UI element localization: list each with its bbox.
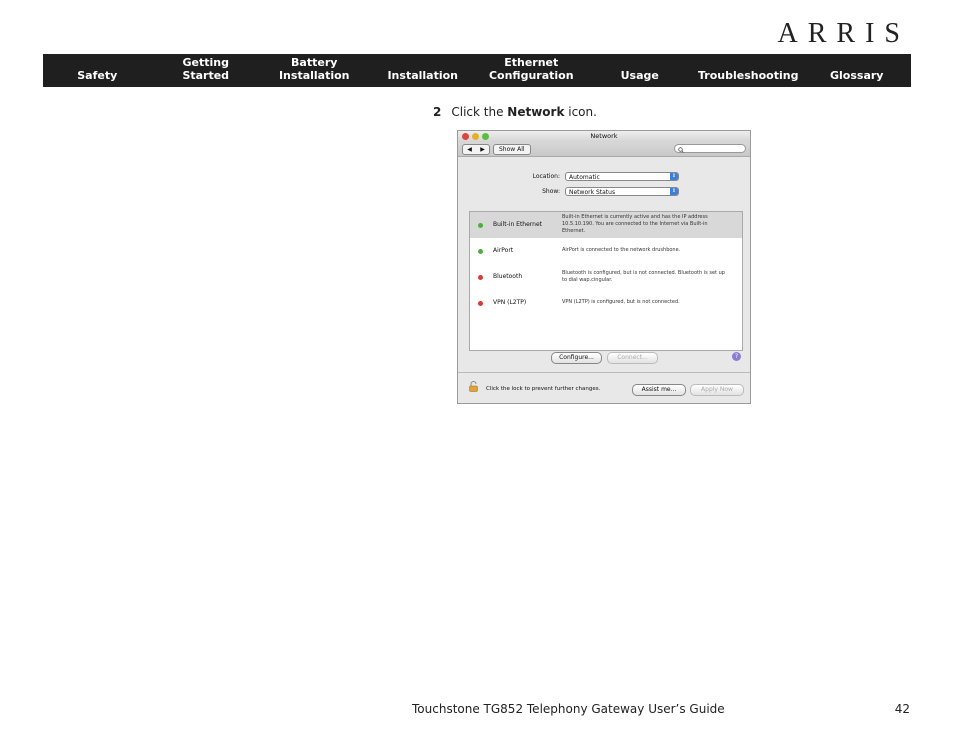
popup-arrows-icon: ⇕ [670, 173, 678, 180]
nav-glossary[interactable]: Glossary [803, 69, 912, 87]
step-bold-term: Network [507, 105, 565, 119]
service-row-airport[interactable]: AirPort AirPort is connected to the netw… [470, 238, 742, 264]
show-all-button[interactable]: Show All [493, 144, 531, 155]
nav-usage[interactable]: Usage [586, 69, 695, 87]
arris-logo: ARRIS [777, 18, 910, 49]
step-number: 2 [433, 105, 442, 119]
nav-installation[interactable]: Installation [369, 69, 478, 87]
status-red-dot-icon [478, 301, 483, 306]
apply-now-button[interactable]: Apply Now [690, 384, 744, 396]
step-instruction: 2 Click the Network icon. [433, 105, 597, 119]
zoom-window-icon[interactable] [482, 133, 489, 140]
forward-arrow-icon[interactable]: ▶ [476, 145, 489, 154]
search-field[interactable] [674, 144, 746, 153]
service-row-bluetooth[interactable]: Bluetooth Bluetooth is configured, but i… [470, 264, 742, 290]
service-row-vpn-l2tp[interactable]: VPN (L2TP) VPN (L2TP) is configured, but… [470, 290, 742, 316]
service-name: Built-in Ethernet [493, 221, 542, 228]
back-forward-buttons: ◀ ▶ [462, 144, 490, 155]
connect-button[interactable]: Connect... [607, 352, 658, 364]
location-label: Location: [532, 173, 560, 180]
network-service-list: Built-in Ethernet Built-in Ethernet is c… [469, 211, 743, 351]
nav-ethernet-configuration[interactable]: Ethernet Configuration [477, 56, 586, 87]
status-red-dot-icon [478, 275, 483, 280]
popup-arrows-icon: ⇕ [670, 188, 678, 195]
service-name: VPN (L2TP) [493, 299, 527, 306]
step-text-after: icon. [564, 105, 597, 119]
help-icon[interactable]: ? [732, 352, 741, 361]
service-description: VPN (L2TP) is configured, but is not con… [562, 299, 680, 305]
service-name: Bluetooth [493, 273, 523, 280]
service-name: AirPort [493, 247, 514, 254]
window-toolbar: ◀ ▶ Show All [458, 142, 750, 157]
show-value: Network Status [569, 189, 616, 196]
location-popup[interactable]: Automatic ⇕ [565, 172, 679, 181]
page-number: 42 [894, 702, 910, 716]
window-title: Network [590, 132, 618, 140]
window-divider [458, 372, 750, 373]
nav-getting-started[interactable]: Getting Started [152, 56, 261, 87]
status-green-dot-icon [478, 223, 483, 228]
back-arrow-icon[interactable]: ◀ [463, 145, 476, 154]
close-window-icon[interactable] [462, 133, 469, 140]
lock-message: Click the lock to prevent further change… [486, 386, 601, 392]
nav-safety[interactable]: Safety [43, 69, 152, 87]
service-description: AirPort is connected to the network drus… [562, 247, 681, 253]
assist-me-button[interactable]: Assist me... [632, 384, 686, 396]
show-label: Show: [542, 188, 560, 195]
document-title: Touchstone TG852 Telephony Gateway User’… [412, 702, 725, 716]
top-navigation: Safety Getting Started Battery Installat… [43, 54, 911, 87]
service-row-built-in-ethernet[interactable]: Built-in Ethernet Built-in Ethernet is c… [470, 212, 742, 238]
network-preferences-window: Network ◀ ▶ Show All Location: Automatic… [457, 130, 751, 404]
window-titlebar: Network [458, 131, 750, 142]
lock-icon[interactable] [469, 381, 478, 392]
location-value: Automatic [569, 174, 600, 181]
service-description: Bluetooth is configured, but is not conn… [562, 270, 725, 283]
status-green-dot-icon [478, 249, 483, 254]
nav-troubleshooting[interactable]: Troubleshooting [694, 69, 803, 87]
magnifier-icon [678, 146, 684, 153]
step-text-before: Click the [451, 105, 508, 119]
minimize-window-icon[interactable] [472, 133, 479, 140]
show-popup[interactable]: Network Status ⇕ [565, 187, 679, 196]
nav-battery-installation[interactable]: Battery Installation [260, 56, 369, 87]
service-description: Built-in Ethernet is currently active an… [562, 214, 708, 234]
configure-button[interactable]: Configure... [551, 352, 602, 364]
